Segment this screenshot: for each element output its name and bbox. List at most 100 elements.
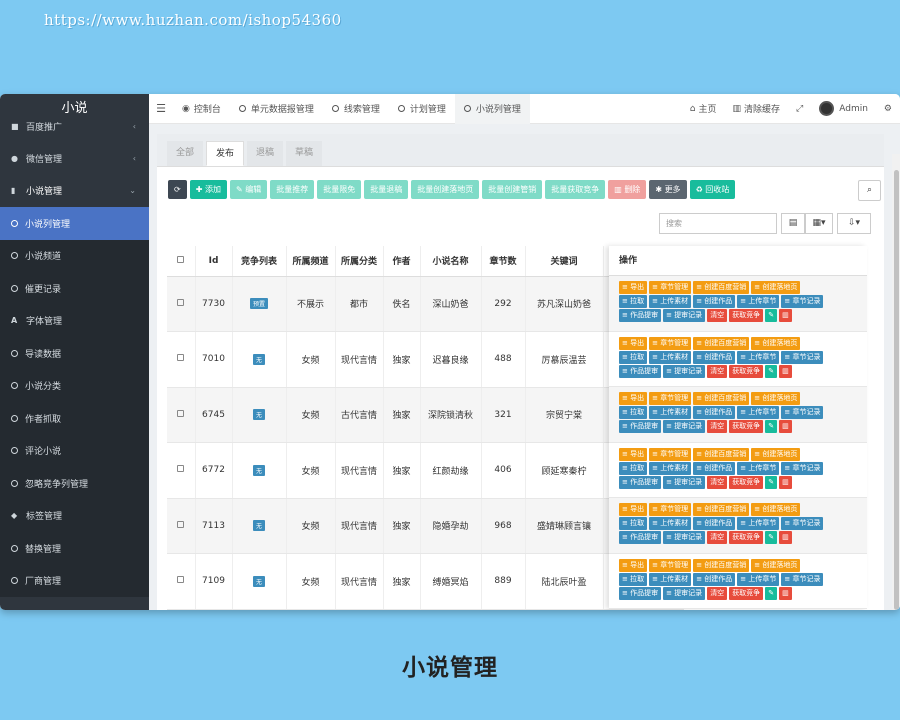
row-delete-button[interactable]: ▥ (779, 364, 792, 378)
pull-button[interactable]: ≡ 拉取 (619, 572, 648, 586)
upload-chapter-button[interactable]: ≡ 上传章节 (737, 295, 780, 308)
col-keyword[interactable]: 关键词 (525, 246, 604, 277)
tab-dashboard[interactable]: ◉ 控制台 (173, 94, 230, 124)
tab-published[interactable]: 发布 (206, 141, 245, 166)
chapter-record-button[interactable]: ≡ 章节记录 (781, 350, 824, 364)
create-landing-button[interactable]: ≡ 创建落地页 (751, 558, 801, 572)
batch-free-button[interactable]: 批量限免 (317, 180, 362, 199)
col-author[interactable]: 作者 (383, 246, 421, 277)
clear-button[interactable]: 清空 (707, 364, 728, 378)
upload-material-button[interactable]: ≡ 上传素材 (649, 295, 692, 308)
pull-button[interactable]: ≡ 拉取 (619, 461, 648, 475)
chapter-mgmt-button[interactable]: ≡ 章节管理 (649, 503, 692, 516)
create-landing-button[interactable]: ≡ 创建落地页 (751, 281, 801, 294)
submit-record-button[interactable]: ≡ 提审记录 (663, 420, 706, 433)
sidebar-item-tag[interactable]: ◆ 标签管理 (0, 500, 149, 533)
batch-recommend-button[interactable]: 批量推荐 (270, 180, 315, 199)
pull-button[interactable]: ≡ 拉取 (619, 295, 648, 308)
table-row[interactable]: 6745 无 女频 古代言情 独家 深院锁清秋 321 宗贸宁棠 (167, 387, 684, 443)
sidebar-item-wechat[interactable]: ● 微信管理 ‹ (0, 142, 149, 175)
create-landing-button[interactable]: ≡ 创建落地页 (751, 447, 801, 461)
chapter-mgmt-button[interactable]: ≡ 章节管理 (649, 558, 692, 572)
scrollbar[interactable] (892, 154, 900, 610)
sidebar-item-baidu[interactable]: ■ 百度推广 ‹ (0, 118, 149, 134)
get-competition-button[interactable]: 获取竞争 (729, 364, 764, 378)
user-menu[interactable]: Admin (811, 101, 876, 116)
export-button[interactable]: ≡ 导出 (619, 336, 648, 350)
create-baidu-button[interactable]: ≡ 创建百度营销 (693, 447, 750, 461)
batch-reject-button[interactable]: 批量退稿 (364, 180, 409, 199)
clear-button[interactable]: 清空 (707, 420, 728, 433)
fullscreen-icon[interactable]: ⤢ (788, 104, 811, 114)
chapter-record-button[interactable]: ≡ 章节记录 (781, 406, 824, 419)
chapter-record-button[interactable]: ≡ 章节记录 (781, 572, 824, 586)
menu-toggle-icon[interactable]: ☰ (149, 102, 173, 115)
sidebar-item-channel[interactable]: 小说频道 (0, 240, 149, 273)
work-submit-button[interactable]: ≡ 作品提审 (619, 420, 662, 433)
clear-button[interactable]: 清空 (707, 586, 728, 600)
col-category[interactable]: 所属分类 (335, 246, 384, 277)
row-checkbox[interactable] (177, 576, 185, 584)
get-competition-button[interactable]: 获取竞争 (729, 420, 764, 433)
get-competition-button[interactable]: 获取竞争 (729, 309, 764, 322)
upload-chapter-button[interactable]: ≡ 上传章节 (737, 461, 780, 475)
create-work-button[interactable]: ≡ 创建作品 (693, 461, 736, 475)
work-submit-button[interactable]: ≡ 作品提审 (619, 364, 662, 378)
row-edit-button[interactable]: ✎ (765, 475, 778, 489)
search-input[interactable]: 搜索 (659, 213, 777, 234)
clear-cache-link[interactable]: ▥ 清除缓存 (725, 102, 789, 116)
chapter-record-button[interactable]: ≡ 章节记录 (781, 517, 824, 530)
upload-material-button[interactable]: ≡ 上传素材 (649, 461, 692, 475)
more-button[interactable]: ✱ 更多 (649, 180, 687, 199)
export-button[interactable]: ≡ 导出 (619, 392, 648, 405)
toggle-view-icon[interactable]: ▤ (781, 213, 805, 234)
tab-draft[interactable]: 草稿 (286, 141, 323, 166)
row-edit-button[interactable]: ✎ (765, 309, 778, 322)
chapter-mgmt-button[interactable]: ≡ 章节管理 (649, 392, 692, 405)
work-submit-button[interactable]: ≡ 作品提审 (619, 586, 662, 600)
create-baidu-button[interactable]: ≡ 创建百度营销 (693, 503, 750, 516)
submit-record-button[interactable]: ≡ 提审记录 (663, 531, 706, 544)
tab-novel-list[interactable]: 小说列管理 (454, 94, 530, 124)
sidebar-item-category[interactable]: 小说分类 (0, 370, 149, 403)
create-baidu-button[interactable]: ≡ 创建百度营销 (693, 336, 750, 350)
search-toggle-icon[interactable]: ⌕ (858, 180, 881, 201)
sidebar-item-author[interactable]: 作者抓取 (0, 402, 149, 435)
refresh-button[interactable]: ⟳ (168, 180, 187, 199)
pull-button[interactable]: ≡ 拉取 (619, 350, 648, 364)
create-landing-button[interactable]: ≡ 创建落地页 (751, 503, 801, 516)
create-work-button[interactable]: ≡ 创建作品 (693, 572, 736, 586)
clear-button[interactable]: 清空 (707, 475, 728, 489)
work-submit-button[interactable]: ≡ 作品提审 (619, 475, 662, 489)
work-submit-button[interactable]: ≡ 作品提审 (619, 531, 662, 544)
sidebar-item-vendor[interactable]: 厂商管理 (0, 565, 149, 598)
row-delete-button[interactable]: ▥ (779, 531, 792, 544)
sidebar-item-urge[interactable]: 催更记录 (0, 272, 149, 305)
col-competition[interactable]: 竞争列表 (232, 246, 287, 277)
row-checkbox[interactable] (177, 409, 185, 417)
submit-record-button[interactable]: ≡ 提审记录 (663, 475, 706, 489)
col-name[interactable]: 小说名称 (420, 246, 482, 277)
clear-button[interactable]: 清空 (707, 531, 728, 544)
sidebar-item-guide[interactable]: 导读数据 (0, 337, 149, 370)
sidebar-item-ignore[interactable]: 忽略竞争列管理 (0, 467, 149, 500)
create-work-button[interactable]: ≡ 创建作品 (693, 295, 736, 308)
batch-landing-button[interactable]: 批量创建落地页 (411, 180, 480, 199)
chapter-record-button[interactable]: ≡ 章节记录 (781, 461, 824, 475)
row-checkbox[interactable] (177, 298, 185, 306)
chapter-mgmt-button[interactable]: ≡ 章节管理 (649, 447, 692, 461)
table-row[interactable]: 6772 无 女频 现代言情 独家 红颜劫缘 406 顾延寒秦柠 (167, 442, 684, 499)
tab-all[interactable]: 全部 (167, 141, 204, 166)
home-link[interactable]: ⌂ 主页 (682, 102, 725, 116)
tab-rejected[interactable]: 退稿 (247, 141, 284, 166)
batch-create-mgmt-button[interactable]: 批量创建管销 (482, 180, 543, 199)
create-landing-button[interactable]: ≡ 创建落地页 (751, 336, 801, 350)
create-work-button[interactable]: ≡ 创建作品 (693, 350, 736, 364)
settings-icon[interactable]: ⚙ (876, 104, 900, 114)
scrollbar-thumb[interactable] (894, 170, 899, 610)
create-baidu-button[interactable]: ≡ 创建百度营销 (693, 558, 750, 572)
pull-button[interactable]: ≡ 拉取 (619, 517, 648, 530)
export-button[interactable]: ≡ 导出 (619, 503, 648, 516)
tab-leads[interactable]: 线索管理 (323, 94, 389, 124)
row-delete-button[interactable]: ▥ (779, 420, 792, 433)
